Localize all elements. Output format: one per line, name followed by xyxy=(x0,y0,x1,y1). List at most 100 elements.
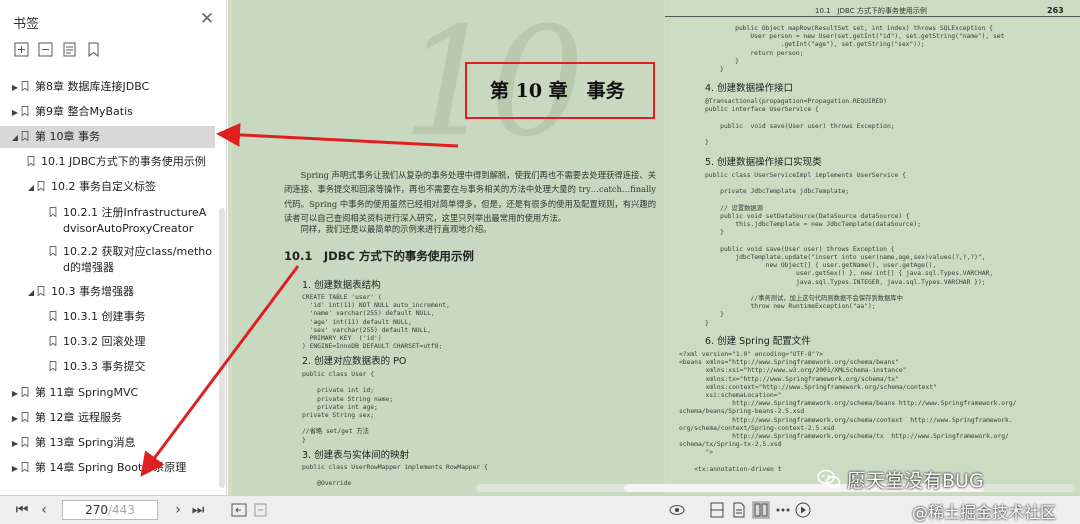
total-pages: /443 xyxy=(107,503,135,517)
code-block: public class UserRowMapper implements Ro… xyxy=(302,464,488,488)
close-icon[interactable]: ✕ xyxy=(198,10,216,28)
single-page-icon[interactable] xyxy=(708,501,726,519)
code-block: <?xml version="1.0" encoding="UTF-8"?> <… xyxy=(679,351,1017,473)
bookmark-item-chapter-11[interactable]: ▶ 第 11章 SpringMVC xyxy=(0,385,215,402)
chapter-title: 第 10 章 事务 xyxy=(490,80,625,102)
step-heading: 3. 创建表与实体间的映射 xyxy=(302,450,410,461)
expand-arrow-icon[interactable]: ▶ xyxy=(10,460,20,477)
bookmark-label: 10.2.1 注册InfrastructureAdvisorAutoProxyC… xyxy=(63,206,207,235)
code-block: public Object mapRow(ResultSet set, int … xyxy=(720,25,1005,74)
bookmark-item-10-1[interactable]: 10.1 JDBC方式下的事务使用示例 xyxy=(0,154,215,170)
current-page: 270 xyxy=(85,503,108,517)
intro-paragraph: Spring 声明式事务让我们从复杂的事务处理中得到解脱，使我们再也不需要去处理… xyxy=(284,170,656,224)
bookmark-icon xyxy=(21,462,29,472)
bookmark-options-icon[interactable] xyxy=(62,42,77,57)
running-header: 10.1 JDBC 方式下的事务使用示例 xyxy=(815,7,927,15)
bookmark-item-10-2-2[interactable]: 10.2.2 获取对应class/method的增强器 xyxy=(0,244,215,276)
collapse-arrow-icon[interactable]: ◢ xyxy=(26,284,36,301)
bookmark-item-chapter-14[interactable]: ▶ 第 14章 Spring Boot体系原理 xyxy=(0,460,215,477)
two-page-icon[interactable] xyxy=(752,501,770,519)
juejin-watermark: @稀土掘金技术社区 xyxy=(912,503,1057,522)
section-title: 10.1 JDBC 方式下的事务使用示例 xyxy=(284,249,474,263)
step-heading: 2. 创建对应数据表的 PO xyxy=(302,356,407,367)
left-page: 10 第 10 章 事务 Spring 声明式事务让我们从复杂的事务处理中得到解… xyxy=(232,0,664,495)
bookmark-label: 10.2.2 获取对应class/method的增强器 xyxy=(63,245,212,274)
bookmark-label: 第 10章 事务 xyxy=(35,130,100,143)
play-icon[interactable] xyxy=(794,501,812,519)
bookmark-icon xyxy=(21,131,29,141)
bookmark-label: 第 14章 Spring Boot体系原理 xyxy=(35,461,187,474)
bookmark-item-10-3-3[interactable]: 10.3.3 事务提交 xyxy=(0,359,215,375)
code-block: @Transactional(propagation=Propagation.R… xyxy=(705,98,895,147)
wechat-watermark-text: 愿天堂没有BUG xyxy=(847,469,984,492)
bookmark-icon xyxy=(49,311,57,321)
bookmark-label: 10.3.1 创建事务 xyxy=(63,310,146,323)
more-icon[interactable] xyxy=(774,501,792,519)
bookmark-icon xyxy=(49,336,57,346)
bookmark-item-10-2[interactable]: ◢ 10.2 事务自定义标签 xyxy=(0,179,215,196)
next-page-icon[interactable]: › xyxy=(170,501,186,519)
intro-paragraph-2: 同样，我们还是以最简单的示例来进行直观地介绍。 xyxy=(300,224,492,234)
bookmark-add-icon[interactable] xyxy=(86,42,101,57)
bookmark-label: 第 11章 SpringMVC xyxy=(35,386,139,399)
previous-page-icon[interactable]: ‹ xyxy=(36,501,52,519)
bookmark-icon xyxy=(21,106,29,116)
sidebar-scrollbar[interactable] xyxy=(219,208,225,488)
expand-arrow-icon[interactable]: ▶ xyxy=(10,410,20,427)
collapse-all-icon[interactable] xyxy=(38,42,53,57)
document-page-icon[interactable] xyxy=(730,501,748,519)
bookmark-item-chapter-9[interactable]: ▶ 第9章 整合MyBatis xyxy=(0,104,215,121)
document-viewport[interactable]: 10 第 10 章 事务 Spring 声明式事务让我们从复杂的事务处理中得到解… xyxy=(228,0,1080,495)
bookmark-label: 10.1 JDBC方式下的事务使用示例 xyxy=(41,155,206,168)
code-block: CREATE TABLE 'user' ( 'id' int(11) NOT N… xyxy=(302,294,450,351)
bookmark-icon xyxy=(37,286,45,296)
bookmark-item-chapter-13[interactable]: ▶ 第 13章 Spring消息 xyxy=(0,435,215,452)
bookmark-icon xyxy=(21,437,29,447)
reading-mode-icon[interactable] xyxy=(668,501,686,519)
page-number-input[interactable]: 270/443 xyxy=(62,500,158,520)
last-page-icon[interactable]: ⏭ xyxy=(190,501,206,519)
horizontal-scrollbar[interactable] xyxy=(476,484,1076,492)
fit-page-icon[interactable] xyxy=(230,501,248,519)
step-heading: 1. 创建数据表结构 xyxy=(302,280,381,291)
page-number: 263 xyxy=(1047,6,1064,15)
bookmark-panel-title: 书签 xyxy=(13,17,40,32)
bookmark-label: 第9章 整合MyBatis xyxy=(35,105,133,118)
step-heading: 6. 创建 Spring 配置文件 xyxy=(705,336,811,347)
bookmark-panel: 书签 ✕ ▶ 第8章 数据库连接JDBC ▶ 第9章 整合MyBatis ◢ 第… xyxy=(0,0,227,495)
expand-arrow-icon[interactable]: ▶ xyxy=(10,385,20,402)
bookmark-icon xyxy=(21,81,29,91)
code-block: public class User { private int id; priv… xyxy=(302,371,393,444)
bookmark-icon xyxy=(49,207,57,217)
expand-arrow-icon[interactable]: ▶ xyxy=(10,79,20,96)
bookmark-icon xyxy=(21,387,29,397)
expand-arrow-icon[interactable]: ▶ xyxy=(10,435,20,452)
bookmark-item-10-3-2[interactable]: 10.3.2 回滚处理 xyxy=(0,334,215,350)
bookmark-item-10-3-1[interactable]: 10.3.1 创建事务 xyxy=(0,309,215,325)
bookmark-label: 第 13章 Spring消息 xyxy=(35,436,136,449)
bookmark-label: 10.3.2 回滚处理 xyxy=(63,335,146,348)
expand-all-icon[interactable] xyxy=(14,42,29,57)
wechat-watermark: 愿天堂没有BUG xyxy=(817,465,984,493)
bookmark-label: 10.3.3 事务提交 xyxy=(63,360,146,373)
collapse-arrow-icon[interactable]: ◢ xyxy=(26,179,36,196)
step-heading: 5. 创建数据操作接口实现类 xyxy=(705,157,822,168)
bookmark-label: 10.2 事务自定义标签 xyxy=(51,180,156,193)
collapse-arrow-icon[interactable]: ◢ xyxy=(10,129,20,146)
bookmark-icon xyxy=(21,412,29,422)
wechat-icon xyxy=(817,469,841,488)
bookmark-label: 第 12章 远程服务 xyxy=(35,411,122,424)
copy-icon[interactable] xyxy=(252,501,270,519)
bookmark-item-chapter-8[interactable]: ▶ 第8章 数据库连接JDBC xyxy=(0,79,215,96)
expand-arrow-icon[interactable]: ▶ xyxy=(10,104,20,121)
bookmark-item-10-3[interactable]: ◢ 10.3 事务增强器 xyxy=(0,284,215,301)
bookmark-item-chapter-12[interactable]: ▶ 第 12章 远程服务 xyxy=(0,410,215,427)
bookmark-icon xyxy=(49,246,57,256)
bookmark-item-10-2-1[interactable]: 10.2.1 注册InfrastructureAdvisorAutoProxyC… xyxy=(0,205,215,237)
bookmark-item-chapter-10[interactable]: ◢ 第 10章 事务 xyxy=(0,126,215,148)
step-heading: 4. 创建数据操作接口 xyxy=(705,83,794,94)
first-page-icon[interactable]: ⏮ xyxy=(14,501,30,519)
bookmark-toolbar xyxy=(14,42,101,62)
bookmark-label: 第8章 数据库连接JDBC xyxy=(35,80,150,93)
bookmark-icon xyxy=(37,181,45,191)
